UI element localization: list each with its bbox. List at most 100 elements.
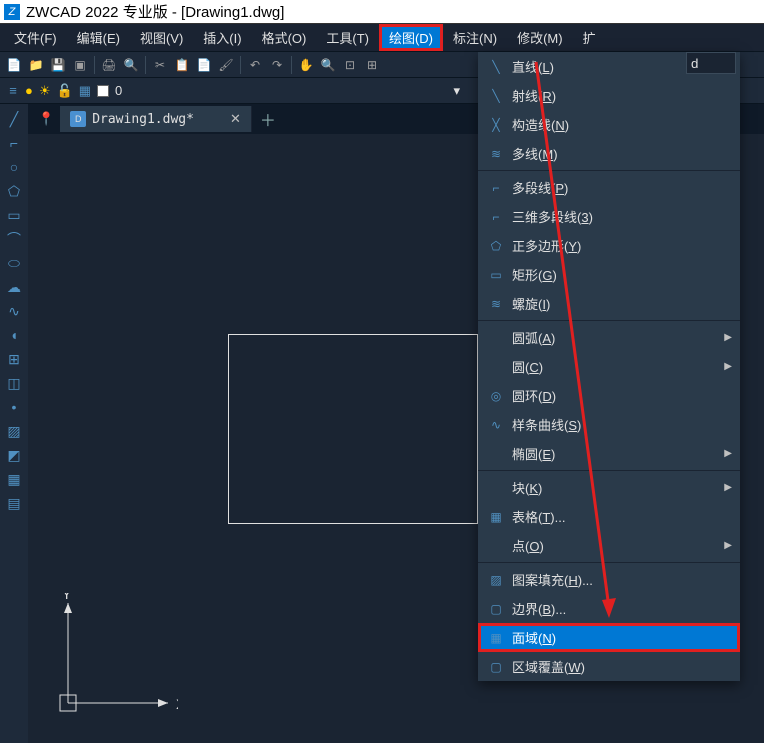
block-insert-icon[interactable]: ⊞: [3, 348, 25, 370]
ucs-indicator: X Y: [48, 593, 178, 723]
menu-block[interactable]: 块(K)▶: [478, 473, 740, 502]
layer-color-swatch: [97, 85, 109, 97]
menu-file[interactable]: 文件(F): [4, 24, 67, 51]
point-icon[interactable]: •: [3, 396, 25, 418]
menu-pline[interactable]: ⌐多段线(P): [478, 173, 740, 202]
saveall-icon[interactable]: ▣: [70, 55, 90, 75]
redo-icon[interactable]: ↷: [267, 55, 287, 75]
menu-more[interactable]: 扩: [573, 24, 606, 51]
menu-spline[interactable]: ∿样条曲线(S): [478, 410, 740, 439]
ellipse-icon[interactable]: ⬭: [3, 252, 25, 274]
title-bar: Z ZWCAD 2022 专业版 - [Drawing1.dwg]: [0, 0, 764, 24]
rect-icon: ▭: [486, 267, 506, 283]
menu-insert[interactable]: 插入(I): [193, 24, 251, 51]
undo-icon[interactable]: ↶: [245, 55, 265, 75]
zoom-icon[interactable]: 🔍: [318, 55, 338, 75]
chevron-down-icon: ▾: [453, 83, 460, 99]
spline-icon[interactable]: ∿: [3, 300, 25, 322]
menu-circle[interactable]: 圆(C)▶: [478, 352, 740, 381]
document-tab[interactable]: D Drawing1.dwg* ✕: [60, 106, 252, 132]
toolbar-separator: [291, 56, 292, 74]
circle-icon[interactable]: ○: [3, 156, 25, 178]
menu-separator: [478, 562, 740, 563]
tab-label: Drawing1.dwg*: [92, 112, 194, 127]
menu-xline[interactable]: ╳构造线(N): [478, 110, 740, 139]
match-icon[interactable]: 🖌: [216, 55, 236, 75]
draw-palette: ╱ ⌐ ○ ⬠ ▭ ⌒ ⬭ ☁ ∿ ◖ ⊞ ◫ • ▨ ◩ ▦ ▤: [0, 104, 28, 743]
menu-edit[interactable]: 编辑(E): [67, 24, 130, 51]
line-icon[interactable]: ╱: [3, 108, 25, 130]
block-icon: [486, 480, 506, 496]
boundary-icon: ▢: [486, 601, 506, 617]
menu-boundary[interactable]: ▢边界(B)...: [478, 594, 740, 623]
wipeout-icon: ▢: [486, 659, 506, 675]
print-layer-icon: ▦: [79, 83, 91, 99]
toolbar-separator: [94, 56, 95, 74]
block-make-icon[interactable]: ◫: [3, 372, 25, 394]
menu-tools[interactable]: 工具(T): [316, 24, 379, 51]
menu-point[interactable]: 点(O)▶: [478, 531, 740, 560]
gradient-icon[interactable]: ◩: [3, 444, 25, 466]
helix-icon: ≋: [486, 296, 506, 312]
ellipse-icon: [486, 446, 506, 462]
menu-ray[interactable]: ╲射线(R): [478, 81, 740, 110]
add-tab-icon[interactable]: ＋: [252, 107, 284, 131]
preview-icon[interactable]: 🔍: [121, 55, 141, 75]
menu-table[interactable]: ▦表格(T)...: [478, 502, 740, 531]
region-icon[interactable]: ▦: [3, 468, 25, 490]
table-icon: ▦: [486, 509, 506, 525]
menu-ellipse[interactable]: 椭圆(E)▶: [478, 439, 740, 468]
submenu-arrow-icon: ▶: [724, 448, 732, 459]
pin-icon[interactable]: 📍: [32, 111, 60, 127]
print-icon[interactable]: 🖨: [99, 55, 119, 75]
cut-icon[interactable]: ✂: [150, 55, 170, 75]
app-icon: Z: [4, 4, 20, 20]
menu-helix[interactable]: ≋螺旋(I): [478, 289, 740, 318]
menu-view[interactable]: 视图(V): [130, 24, 193, 51]
paste-icon[interactable]: 📄: [194, 55, 214, 75]
menu-mline[interactable]: ≋多线(M): [478, 139, 740, 168]
open-icon[interactable]: 📁: [26, 55, 46, 75]
pline-icon: ⌐: [486, 180, 506, 196]
save-icon[interactable]: 💾: [48, 55, 68, 75]
arc-icon[interactable]: ⌒: [3, 228, 25, 250]
menu-hatch[interactable]: ▨图案填充(H)...: [478, 565, 740, 594]
bulb-icon: ●: [25, 83, 33, 98]
table-icon[interactable]: ▤: [3, 492, 25, 514]
menu-rectangle[interactable]: ▭矩形(G): [478, 260, 740, 289]
menu-donut[interactable]: ◎圆环(D): [478, 381, 740, 410]
submenu-arrow-icon: ▶: [724, 361, 732, 372]
window-title: ZWCAD 2022 专业版 - [Drawing1.dwg]: [26, 1, 284, 22]
revcloud-icon[interactable]: ☁: [3, 276, 25, 298]
menu-format[interactable]: 格式(O): [252, 24, 317, 51]
rectangle-icon[interactable]: ▭: [3, 204, 25, 226]
svg-text:X: X: [176, 696, 178, 712]
circle-icon: [486, 359, 506, 375]
new-icon[interactable]: 📄: [4, 55, 24, 75]
zoom-extents-icon[interactable]: ⊡: [340, 55, 360, 75]
polygon-icon[interactable]: ⬠: [3, 180, 25, 202]
pan-icon[interactable]: ✋: [296, 55, 316, 75]
mline-icon: ≋: [486, 146, 506, 162]
point-icon: [486, 538, 506, 554]
menu-polygon[interactable]: ⬠正多边形(Y): [478, 231, 740, 260]
hatch-icon[interactable]: ▨: [3, 420, 25, 442]
menu-region[interactable]: ▦面域(N): [478, 623, 740, 652]
drawn-rectangle: [228, 334, 478, 524]
hatch-icon: ▨: [486, 572, 506, 588]
zoom-window-icon[interactable]: ⊞: [362, 55, 382, 75]
close-icon[interactable]: ✕: [230, 111, 241, 127]
menu-line[interactable]: ╲直线(L): [478, 52, 740, 81]
menu-dimension[interactable]: 标注(N): [443, 24, 507, 51]
polyline-icon[interactable]: ⌐: [3, 132, 25, 154]
line-icon: ╲: [486, 59, 506, 75]
menu-3dpoly[interactable]: ⌐三维多段线(3): [478, 202, 740, 231]
menu-draw[interactable]: 绘图(D): [379, 24, 443, 51]
copy-icon[interactable]: 📋: [172, 55, 192, 75]
menu-wipeout[interactable]: ▢区域覆盖(W): [478, 652, 740, 681]
menu-modify[interactable]: 修改(M): [507, 24, 573, 51]
menu-separator: [478, 320, 740, 321]
ellipse-arc-icon[interactable]: ◖: [3, 324, 25, 346]
layer-manager-icon[interactable]: ≡: [4, 82, 22, 100]
menu-arc[interactable]: 圆弧(A)▶: [478, 323, 740, 352]
